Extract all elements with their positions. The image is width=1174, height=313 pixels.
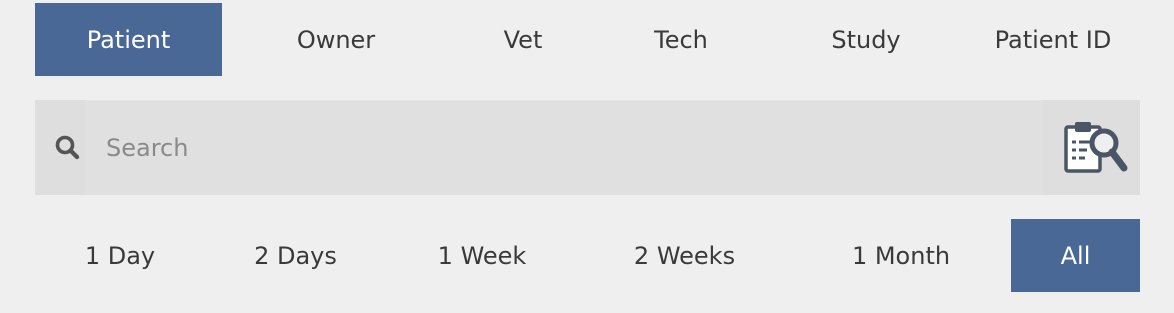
range-1-week[interactable]: 1 Week	[386, 219, 578, 292]
search-bar	[35, 100, 1140, 195]
tab-patient-id[interactable]: Patient ID	[966, 3, 1140, 76]
tab-tech[interactable]: Tech	[596, 3, 766, 76]
range-all[interactable]: All	[1011, 219, 1140, 292]
range-1-month[interactable]: 1 Month	[791, 219, 1011, 292]
tab-owner[interactable]: Owner	[222, 3, 450, 76]
range-2-weeks[interactable]: 2 Weeks	[578, 219, 791, 292]
tab-vet[interactable]: Vet	[450, 3, 596, 76]
date-range-filter: 1 Day 2 Days 1 Week 2 Weeks 1 Month All	[35, 219, 1140, 292]
search-input[interactable]	[85, 100, 1043, 195]
tab-patient[interactable]: Patient	[35, 3, 222, 76]
range-1-day[interactable]: 1 Day	[35, 219, 205, 292]
tab-study[interactable]: Study	[766, 3, 966, 76]
clipboard-search-icon[interactable]	[1059, 118, 1131, 178]
search-icon	[55, 135, 80, 160]
search-category-tabs: Patient Owner Vet Tech Study Patient ID	[35, 3, 1140, 76]
range-2-days[interactable]: 2 Days	[205, 219, 386, 292]
